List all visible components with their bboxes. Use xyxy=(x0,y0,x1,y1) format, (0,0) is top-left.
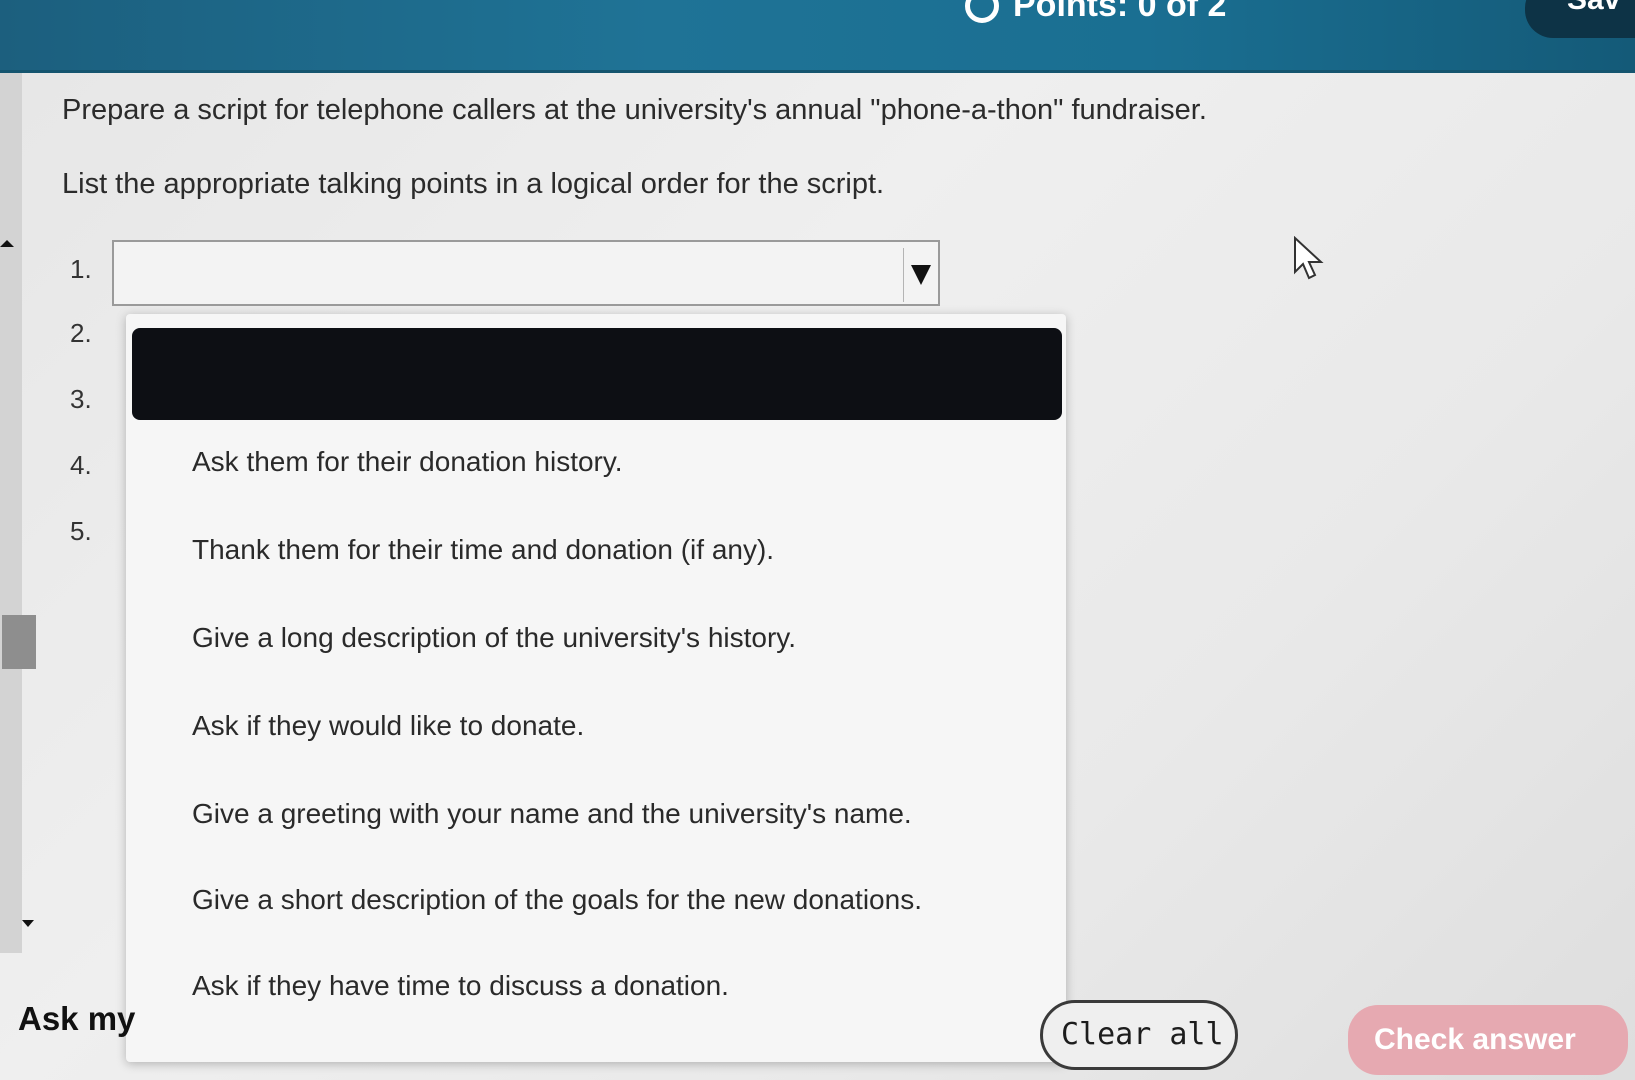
clear-all-button[interactable]: Clear all xyxy=(1040,1000,1238,1070)
dropdown-option[interactable]: Give a long description of the universit… xyxy=(192,622,796,654)
dropdown-option[interactable]: Ask them for their donation history. xyxy=(192,446,623,478)
highlighted-option[interactable] xyxy=(132,328,1062,420)
list-number: 3. xyxy=(70,384,92,414)
scroll-up-arrow-icon[interactable] xyxy=(0,240,14,247)
list-number: 2. xyxy=(70,318,92,348)
points-indicator: Points: 0 of 2 xyxy=(965,0,1226,25)
check-answer-button[interactable]: Check answer xyxy=(1348,1005,1628,1075)
ask-my-instructor-link[interactable]: Ask my xyxy=(18,1000,135,1038)
scrollbar-thumb[interactable] xyxy=(2,615,36,669)
list-number: 5. xyxy=(70,516,92,546)
list-number: 4. xyxy=(70,450,92,480)
dropdown-option[interactable]: Thank them for their time and donation (… xyxy=(192,534,774,566)
scroll-down-arrow-icon[interactable] xyxy=(22,920,34,927)
answer-select-1[interactable] xyxy=(112,240,940,306)
dropdown-arrow-icon[interactable] xyxy=(903,248,938,302)
question-prompt: Prepare a script for telephone callers a… xyxy=(62,94,1207,126)
question-instruction: List the appropriate talking points in a… xyxy=(62,168,885,200)
dropdown-option[interactable]: Ask if they have time to discuss a donat… xyxy=(192,970,729,1002)
save-button[interactable]: Sav xyxy=(1525,0,1635,38)
top-bar: Points: 0 of 2 Sav xyxy=(0,0,1635,73)
points-label: Points: 0 of 2 xyxy=(1013,0,1227,24)
dropdown-menu: Ask them for their donation history. Tha… xyxy=(126,314,1066,1062)
dropdown-option[interactable]: Ask if they would like to donate. xyxy=(192,710,584,742)
list-number: 1. xyxy=(70,254,92,284)
left-scroll-strip xyxy=(0,73,22,953)
progress-ring-icon xyxy=(965,0,999,23)
dropdown-option[interactable]: Give a short description of the goals fo… xyxy=(192,884,922,916)
dropdown-option[interactable]: Give a greeting with your name and the u… xyxy=(192,798,912,830)
mouse-cursor-icon xyxy=(1294,236,1324,280)
page: Points: 0 of 2 Sav Prepare a script for … xyxy=(0,0,1635,1080)
